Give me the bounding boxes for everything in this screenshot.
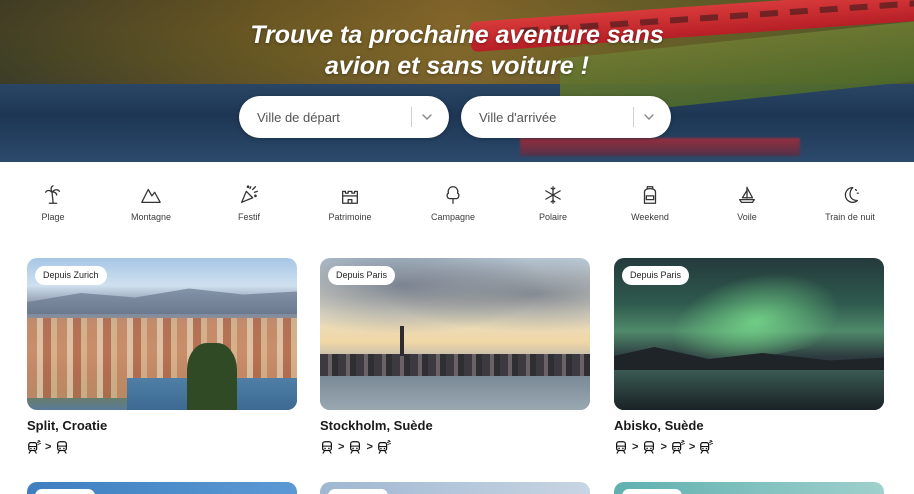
destination-card[interactable]: Depuis Paris Stockholm, Suède > > — [320, 258, 590, 455]
category-label: Patrimoine — [328, 212, 372, 222]
moon-stars-icon — [844, 187, 859, 203]
departure-city-input[interactable] — [257, 96, 407, 138]
destination-card-partial[interactable] — [614, 482, 884, 494]
origin-badge: Depuis Paris — [328, 266, 396, 285]
backpack-icon — [643, 186, 657, 204]
destination-card[interactable]: Depuis Zurich Split, Croatie > — [27, 258, 297, 455]
castle-icon — [342, 190, 358, 204]
hero-title-line1: Trouve ta prochaine aventure sans — [250, 21, 664, 49]
category-label: Montagne — [130, 212, 172, 222]
train-icon — [642, 440, 656, 454]
palm-tree-icon — [45, 185, 61, 204]
category-label: Festif — [237, 212, 260, 222]
train-icon — [614, 440, 628, 454]
category-voile[interactable]: Voile — [699, 176, 795, 222]
train-icon — [348, 440, 362, 454]
party-popper-icon — [241, 185, 258, 203]
category-campagne[interactable]: Campagne — [405, 176, 501, 222]
train-icon — [320, 440, 334, 454]
category-label: Voile — [737, 212, 757, 222]
category-label: Plage — [41, 212, 65, 222]
select-divider — [633, 107, 634, 127]
category-label: Campagne — [430, 212, 476, 222]
origin-badge: Depuis Paris — [622, 266, 690, 285]
category-label: Weekend — [631, 212, 669, 222]
category-montagne[interactable]: Montagne — [103, 176, 199, 222]
route-separator: > — [45, 441, 52, 453]
category-plage[interactable]: Plage — [5, 176, 101, 222]
route-separator: > — [366, 441, 373, 453]
category-label: Train de nuit — [825, 212, 875, 222]
destination-image[interactable]: Depuis Paris — [320, 258, 590, 410]
category-festif[interactable]: Festif — [201, 176, 297, 222]
destination-image[interactable]: Depuis Paris — [614, 258, 884, 410]
hero-train-reflection — [520, 138, 800, 156]
destination-card-partial[interactable] — [27, 482, 297, 494]
route-separator: > — [632, 441, 639, 453]
origin-badge: Depuis Zurich — [35, 266, 107, 285]
night-train-icon — [27, 440, 41, 454]
train-icon — [55, 440, 69, 454]
night-train-icon — [377, 440, 391, 454]
category-bar: Plage Montagne Festif Patrimoine Campagn… — [0, 176, 914, 236]
route-separator: > — [688, 441, 696, 453]
tree-icon — [446, 186, 460, 204]
route-icons: > > > — [614, 439, 884, 455]
destination-title[interactable]: Stockholm, Suède — [320, 418, 590, 433]
category-label: Polaire — [538, 212, 567, 222]
select-divider — [411, 107, 412, 127]
category-patrimoine[interactable]: Patrimoine — [302, 176, 398, 222]
arrival-city-input[interactable] — [479, 96, 629, 138]
hero-banner: Trouve ta prochaine aventure sans avion … — [0, 0, 914, 162]
departure-city-select[interactable] — [239, 96, 449, 138]
route-separator: > — [660, 441, 667, 453]
night-train-icon — [699, 440, 713, 454]
hero-title: Trouve ta prochaine aventure sans avion … — [0, 20, 914, 82]
destination-card[interactable]: Depuis Paris Abisko, Suède > > > — [614, 258, 884, 455]
category-weekend[interactable]: Weekend — [602, 176, 698, 222]
night-train-icon — [671, 440, 685, 454]
category-train-de-nuit[interactable]: Train de nuit — [802, 176, 898, 222]
destination-title[interactable]: Abisko, Suède — [614, 418, 884, 433]
route-icons: > — [27, 439, 297, 455]
hero-title-line2: avion et sans voiture ! — [325, 52, 589, 80]
destination-card-partial[interactable] — [320, 482, 590, 494]
snowflake-icon — [545, 186, 561, 204]
destination-image[interactable]: Depuis Zurich — [27, 258, 297, 410]
route-icons: > > — [320, 439, 590, 455]
category-polaire[interactable]: Polaire — [505, 176, 601, 222]
chevron-down-icon[interactable] — [420, 110, 434, 124]
sailboat-icon — [739, 186, 755, 203]
chevron-down-icon[interactable] — [642, 110, 656, 124]
route-separator: > — [338, 441, 345, 453]
mountain-icon — [141, 188, 161, 203]
destination-title[interactable]: Split, Croatie — [27, 418, 297, 433]
arrival-city-select[interactable] — [461, 96, 671, 138]
